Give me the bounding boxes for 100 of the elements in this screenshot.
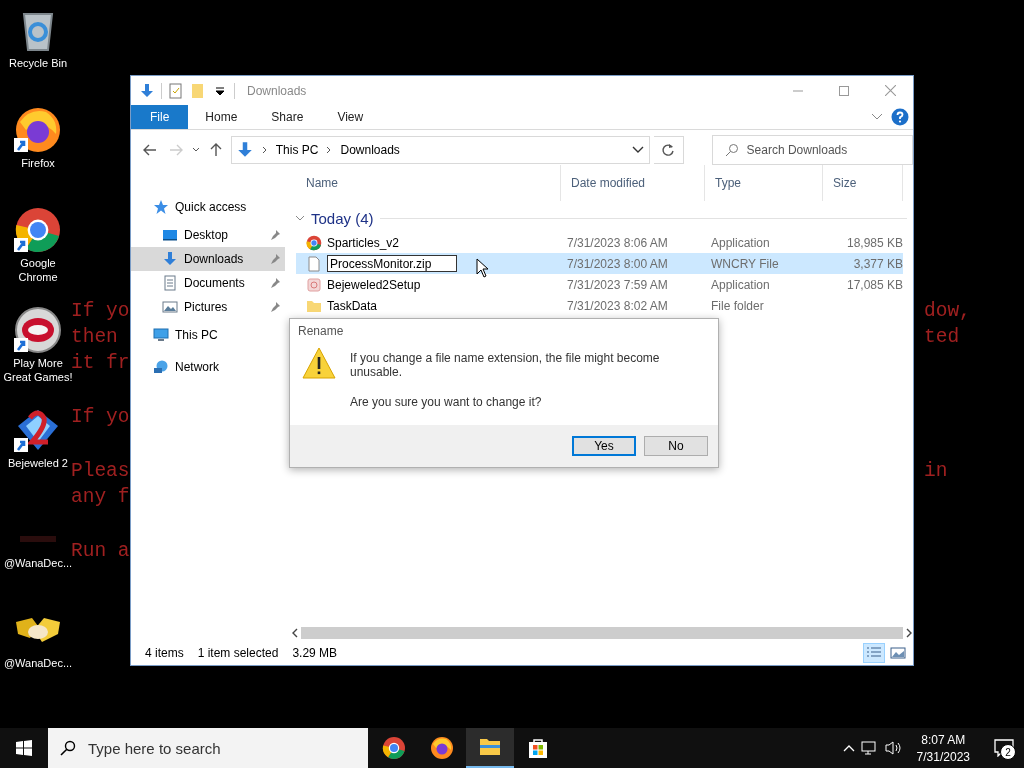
close-icon: [884, 85, 896, 96]
notification-icon[interactable]: [994, 739, 1014, 757]
file-row[interactable]: Sparticles_v2 7/31/2023 8:06 AM Application 18,985 KB: [296, 232, 903, 253]
scrollbar-thumb[interactable]: [301, 627, 903, 639]
column-header[interactable]: Date modified: [561, 165, 705, 201]
ribbon-tab[interactable]: Home: [188, 105, 255, 129]
desktop-icon: [162, 227, 178, 243]
desktop-icon-label[interactable]: @WanaDec...: [3, 656, 73, 670]
column-header[interactable]: Size: [823, 165, 903, 201]
file-row[interactable]: TaskData 7/31/2023 8:02 AM File folder: [296, 295, 903, 316]
download-arrow-icon[interactable]: [139, 82, 155, 99]
wallpaper-text: in: [924, 460, 949, 482]
file-row[interactable]: ProcessMonitor.zip 7/31/2023 8:00 AM WNCRY File 3,377 KB: [296, 253, 903, 274]
file-type: File folder: [710, 298, 765, 313]
wallpaper-text: Pleas: [71, 460, 130, 482]
chrome-app-icon[interactable]: [14, 206, 62, 254]
dialog-message: If you change a file name extension, the file might become unusable.: [350, 351, 661, 379]
chevron-up-icon[interactable]: [842, 744, 855, 752]
file-date: 7/31/2023 8:02 AM: [566, 298, 669, 313]
file-size: 18,985 KB: [845, 235, 903, 250]
colored-ball-icon: [306, 234, 322, 251]
dialog-question: Are you sure you want to change it?: [350, 395, 543, 409]
wallpaper-text: If yo: [71, 406, 130, 428]
clock-time: 8:07 AM: [921, 732, 966, 747]
volume-icon[interactable]: [884, 740, 903, 756]
search-field[interactable]: Search Downloads: [744, 142, 899, 158]
warning-icon: [302, 347, 336, 379]
document-icon: [162, 275, 178, 291]
nav-item[interactable]: Downloads: [131, 247, 285, 271]
refresh-icon: [661, 143, 676, 157]
scroll-right-icon[interactable]: [905, 628, 913, 638]
search-box[interactable]: Search Downloads: [711, 135, 913, 165]
clock-date: 7/31/2023: [916, 749, 970, 764]
breadcrumb-item[interactable]: This PC: [275, 143, 319, 157]
mouse-cursor-icon: [476, 258, 490, 278]
picture-icon: [162, 299, 178, 315]
scroll-left-icon[interactable]: [291, 628, 299, 638]
nav-item[interactable]: Network: [131, 351, 285, 383]
wallpaper-text: then: [71, 326, 118, 348]
file-name: Sparticles_v2: [327, 235, 400, 250]
wallpaper-text: dow,: [924, 300, 972, 322]
notification-badge: 2: [1000, 744, 1016, 760]
group-header[interactable]: Today (4): [311, 209, 374, 227]
file-type: Application: [710, 277, 771, 292]
file-size: 3,377 KB: [852, 256, 903, 271]
refresh-button[interactable]: [653, 136, 684, 164]
nav-item[interactable]: Documents: [131, 271, 285, 295]
status-text: 1 item selected: [197, 646, 279, 660]
popcap-app-icon[interactable]: [14, 306, 62, 354]
file-date: 7/31/2023 8:06 AM: [566, 235, 669, 250]
windows-start-icon[interactable]: [16, 740, 32, 756]
file-row[interactable]: Bejeweled2Setup 7/31/2023 7:59 AM Application 17,085 KB: [296, 274, 903, 295]
dialog-button[interactable]: No: [644, 436, 708, 456]
file-size: 17,085 KB: [845, 277, 903, 292]
nav-item[interactable]: This PC: [131, 319, 285, 351]
desktop-icon-label[interactable]: Google Chrome: [0, 256, 76, 284]
desktop-icon-label[interactable]: @WanaDec...: [3, 556, 73, 570]
firefox-icon[interactable]: [430, 736, 454, 760]
status-text: 4 items: [145, 646, 184, 660]
recent-locations-icon[interactable]: [190, 146, 201, 154]
address-bar[interactable]: This PC Downloads: [230, 136, 650, 164]
shopping-bag-icon[interactable]: [526, 736, 550, 760]
nav-item[interactable]: Quick access: [131, 191, 285, 223]
window-title: Downloads: [247, 83, 307, 98]
dialog-button[interactable]: Yes: [572, 436, 636, 456]
nav-item[interactable]: Desktop: [131, 223, 285, 247]
up-arrow-icon[interactable]: [209, 143, 222, 157]
file-icon: [306, 255, 322, 272]
desktop-icon-label[interactable]: Firefox: [21, 156, 55, 170]
wallpaper-text: ted: [924, 326, 961, 348]
chevron-right-icon: [326, 146, 333, 154]
network-icon[interactable]: [860, 740, 879, 756]
taskbar-search-box[interactable]: Type here to search: [48, 728, 368, 768]
chrome-icon[interactable]: [382, 736, 406, 760]
dialog-title: Rename: [297, 323, 345, 340]
nav-item[interactable]: Pictures: [131, 295, 285, 319]
column-header[interactable]: Type: [705, 165, 823, 201]
search-icon: [724, 143, 739, 157]
network-icon: [153, 359, 169, 375]
desktop-icon-label[interactable]: Bejeweled 2: [8, 456, 68, 470]
maximize-icon: [839, 85, 849, 96]
help-icon[interactable]: [891, 108, 909, 126]
clock[interactable]: 8:07 AM 7/31/2023: [908, 732, 978, 764]
monitor-icon: [153, 327, 169, 343]
search-icon: [60, 740, 76, 756]
ribbon-tab[interactable]: Share: [254, 105, 321, 129]
ribbon-tab[interactable]: View: [320, 105, 381, 129]
back-icon[interactable]: [142, 144, 157, 156]
taskbar-search-field[interactable]: Type here to search: [86, 738, 350, 758]
rename-field[interactable]: ProcessMonitor.zip: [327, 255, 457, 272]
firefox-app-icon[interactable]: [14, 106, 62, 154]
breadcrumb-item[interactable]: Downloads: [340, 143, 400, 157]
wallpaper-text: any f: [71, 486, 130, 508]
file-menu[interactable]: File: [131, 105, 189, 129]
status-text: 3.29 MB: [292, 646, 338, 660]
details-list-icon: [866, 646, 882, 660]
desktop-icon-label[interactable]: Recycle Bin: [8, 56, 68, 70]
column-header[interactable]: Name: [296, 165, 561, 201]
installer-icon: [306, 276, 322, 293]
chevron-right-icon: [261, 146, 268, 154]
